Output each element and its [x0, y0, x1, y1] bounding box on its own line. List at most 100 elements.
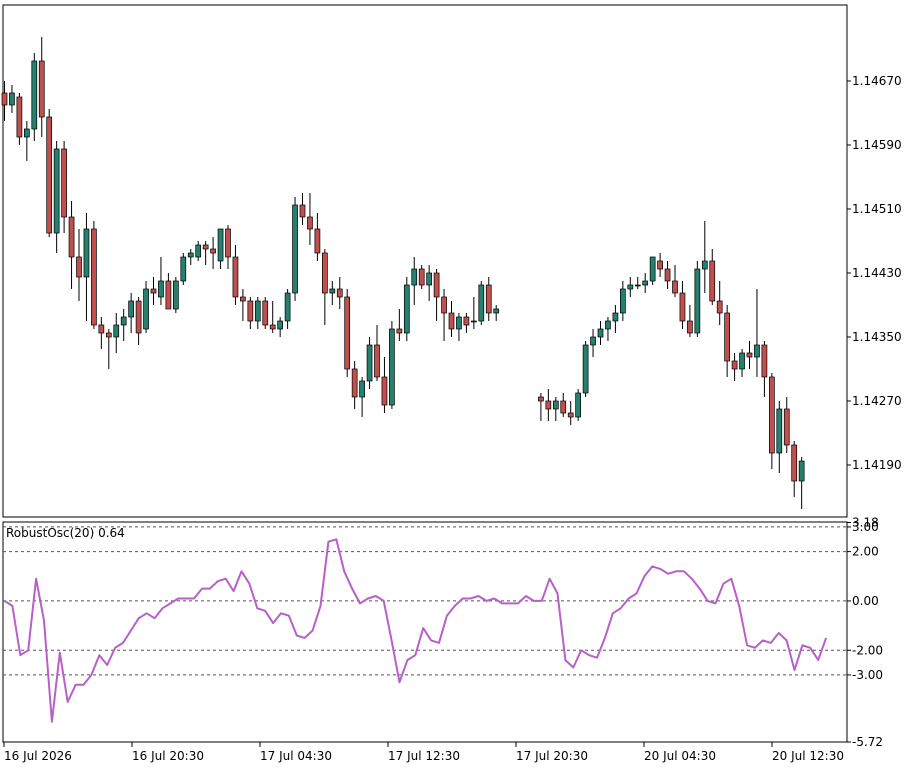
candle[interactable] — [389, 321, 395, 409]
candle[interactable] — [783, 397, 790, 453]
candle[interactable] — [687, 305, 693, 337]
candle[interactable] — [545, 389, 552, 421]
candle[interactable] — [374, 325, 380, 381]
candle[interactable] — [739, 349, 745, 377]
candle[interactable] — [232, 245, 239, 305]
candle[interactable] — [448, 301, 455, 337]
candle[interactable] — [322, 249, 328, 325]
candle[interactable] — [158, 257, 164, 305]
candle[interactable] — [560, 393, 567, 417]
candle[interactable] — [262, 297, 269, 329]
candle[interactable] — [83, 213, 90, 321]
candle[interactable] — [463, 313, 470, 333]
candle[interactable] — [143, 281, 149, 333]
candle[interactable] — [329, 281, 336, 305]
indicator-panel[interactable] — [3, 538, 828, 723]
candle[interactable] — [575, 389, 582, 421]
candle[interactable] — [441, 289, 447, 341]
candle[interactable] — [768, 373, 775, 469]
candle[interactable] — [396, 309, 403, 341]
candle[interactable] — [16, 93, 23, 145]
candle[interactable] — [314, 213, 321, 261]
candle[interactable] — [254, 297, 261, 329]
candle[interactable] — [538, 393, 544, 421]
candle[interactable] — [798, 457, 805, 509]
candle[interactable] — [411, 257, 418, 305]
candle[interactable] — [478, 281, 485, 325]
candle[interactable] — [471, 297, 477, 329]
candle[interactable] — [61, 141, 67, 233]
candle[interactable] — [791, 441, 798, 497]
price-panel[interactable] — [1, 37, 805, 509]
candle[interactable] — [135, 297, 142, 345]
candle[interactable] — [761, 341, 768, 397]
candle[interactable] — [649, 256, 656, 285]
candle[interactable] — [754, 289, 760, 377]
candle[interactable] — [597, 321, 604, 345]
candle[interactable] — [567, 401, 574, 425]
candle[interactable] — [46, 109, 53, 237]
candle[interactable] — [582, 341, 589, 397]
candle[interactable] — [24, 121, 30, 161]
candle[interactable] — [240, 289, 246, 321]
candle[interactable] — [187, 249, 194, 265]
candle[interactable] — [709, 249, 716, 305]
candle[interactable] — [627, 277, 634, 297]
candle[interactable] — [299, 193, 306, 225]
candle[interactable] — [657, 253, 663, 277]
candle[interactable] — [247, 297, 254, 329]
candle[interactable] — [217, 228, 224, 269]
candle[interactable] — [776, 401, 783, 473]
candle[interactable] — [120, 309, 127, 341]
candle[interactable] — [210, 237, 216, 269]
candle[interactable] — [456, 313, 462, 341]
candle[interactable] — [105, 329, 112, 369]
candle[interactable] — [664, 261, 671, 289]
candle[interactable] — [38, 37, 45, 137]
candle[interactable] — [672, 265, 678, 297]
candle[interactable] — [359, 377, 365, 417]
candle[interactable] — [9, 85, 15, 113]
candle[interactable] — [68, 201, 75, 289]
candle[interactable] — [590, 329, 596, 357]
candle[interactable] — [381, 357, 388, 413]
candle[interactable] — [552, 397, 559, 421]
candle[interactable] — [150, 277, 157, 305]
candle[interactable] — [418, 265, 425, 289]
candle[interactable] — [165, 273, 172, 310]
candle[interactable] — [694, 261, 701, 337]
candle[interactable] — [91, 221, 97, 329]
candle[interactable] — [426, 265, 432, 301]
candle[interactable] — [31, 53, 38, 141]
candle[interactable] — [642, 273, 649, 293]
candle[interactable] — [366, 337, 373, 389]
candle[interactable] — [98, 317, 105, 349]
candle[interactable] — [433, 269, 440, 321]
candle[interactable] — [679, 281, 686, 329]
candle[interactable] — [746, 341, 753, 369]
candle[interactable] — [225, 225, 231, 269]
candle[interactable] — [731, 353, 738, 381]
candle[interactable] — [307, 193, 313, 245]
candle[interactable] — [76, 229, 82, 301]
candle[interactable] — [634, 277, 641, 289]
candle[interactable] — [277, 317, 283, 337]
candle[interactable] — [202, 241, 209, 265]
candle[interactable] — [336, 277, 343, 309]
candle[interactable] — [701, 221, 708, 293]
candle[interactable] — [724, 305, 731, 377]
candle[interactable] — [351, 361, 358, 409]
candle[interactable] — [344, 289, 351, 377]
candle[interactable] — [195, 241, 202, 261]
candle[interactable] — [284, 289, 291, 329]
candle[interactable] — [180, 253, 187, 285]
candle[interactable] — [292, 197, 298, 301]
candle[interactable] — [493, 305, 500, 321]
candle[interactable] — [619, 281, 626, 321]
candle[interactable] — [269, 301, 276, 333]
indicator-line[interactable] — [3, 538, 828, 723]
candle[interactable] — [612, 305, 619, 333]
candle[interactable] — [485, 277, 492, 321]
candle[interactable] — [403, 277, 410, 341]
candle[interactable] — [128, 293, 134, 333]
